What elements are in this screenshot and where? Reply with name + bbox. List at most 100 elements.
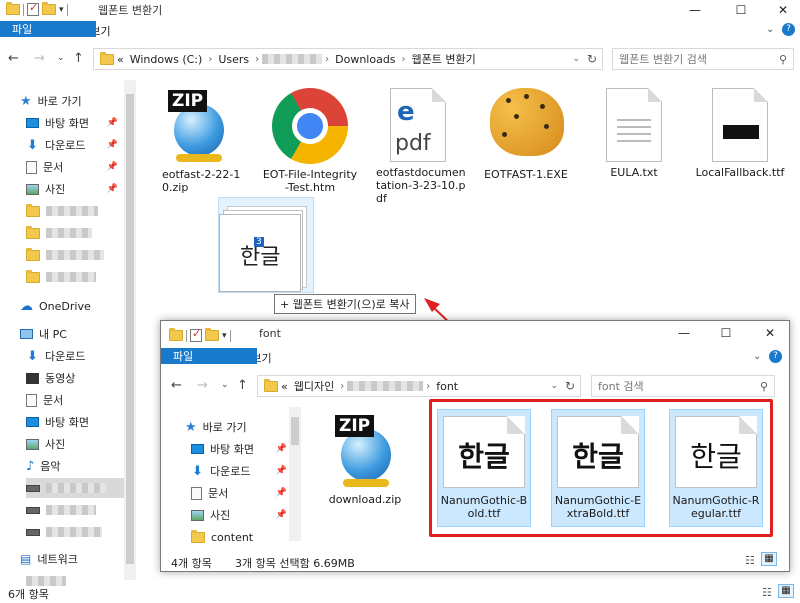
drive-icon xyxy=(26,484,40,492)
details-view-icon[interactable]: ☷ xyxy=(745,554,755,567)
breadcrumb-current[interactable]: font xyxy=(436,380,458,393)
redacted-folder xyxy=(347,381,424,391)
expand-ribbon-icon[interactable]: ⌄ xyxy=(766,24,774,35)
nav-drive[interactable] xyxy=(26,522,102,542)
tab-file[interactable]: 파일 xyxy=(0,21,96,37)
breadcrumb-downloads[interactable]: Downloads xyxy=(335,53,395,66)
scrollbar-thumb[interactable] xyxy=(126,94,134,564)
nav-pictures[interactable]: 사진 📌 xyxy=(191,505,287,525)
file-item[interactable]: e pdf eotfastdocumentation-3-23-10.pdf xyxy=(370,86,466,205)
cheetah-icon xyxy=(484,84,568,164)
back-button[interactable]: ← xyxy=(171,378,182,393)
address-dropdown-icon[interactable]: ⌄ xyxy=(550,381,558,391)
address-dropdown-icon[interactable]: ⌄ xyxy=(572,54,580,64)
nav-redacted-folder[interactable] xyxy=(26,201,98,221)
address-prefix: « xyxy=(117,52,124,66)
back-button[interactable]: ← xyxy=(8,51,19,66)
computer-icon xyxy=(20,329,33,339)
nav-documents[interactable]: 문서 📌 xyxy=(26,157,118,177)
nav-documents[interactable]: 문서 📌 xyxy=(191,483,287,503)
customize-dropdown-icon[interactable]: ▾ xyxy=(59,5,64,15)
folder-icon xyxy=(100,51,114,65)
nav-pictures[interactable]: 사진 📌 xyxy=(26,179,118,199)
new-folder-icon[interactable] xyxy=(42,2,56,15)
help-icon[interactable]: ? xyxy=(769,350,782,363)
refresh-icon[interactable]: ↻ xyxy=(587,52,597,66)
recent-locations-icon[interactable]: ⌄ xyxy=(221,380,229,390)
nav-redacted-folder[interactable] xyxy=(26,223,92,243)
maximize-button[interactable]: ☐ xyxy=(703,323,749,343)
nav-downloads[interactable]: ⬇ 다운로드 📌 xyxy=(26,135,118,155)
nav-scrollbar[interactable] xyxy=(289,407,301,541)
breadcrumb-webdesign[interactable]: 웹디자인 xyxy=(294,378,334,394)
nav-redacted-folder[interactable] xyxy=(26,245,104,265)
recent-locations-icon[interactable]: ⌄ xyxy=(57,53,65,63)
pin-icon: 📌 xyxy=(106,140,118,150)
forward-button[interactable]: → xyxy=(34,51,45,66)
file-item[interactable]: EOTFAST-1.EXE xyxy=(478,84,574,181)
minimize-button[interactable]: — xyxy=(672,0,718,20)
quick-access-toolbar: ▾ xyxy=(6,1,68,16)
nav-downloads[interactable]: ⬇ 다운로드 📌 xyxy=(191,461,287,481)
scrollbar-thumb[interactable] xyxy=(291,417,299,445)
folder-icon xyxy=(26,225,40,239)
nav-quick-access[interactable]: ★ 바로 가기 xyxy=(20,91,82,111)
breadcrumb-drive[interactable]: Windows (C:) xyxy=(130,53,203,66)
address-bar[interactable]: « 웹디자인 › › font ⌄ ↻ xyxy=(257,375,581,397)
file-name: eotfastdocumentation-3-23-10.pdf xyxy=(376,166,466,205)
details-view-icon[interactable]: ☷ xyxy=(762,586,772,599)
properties-icon[interactable] xyxy=(190,327,202,342)
file-item[interactable]: ZIP eotfast-2-22-10.zip xyxy=(150,86,246,194)
nav-pc-documents[interactable]: 문서 xyxy=(26,390,63,410)
nav-redacted-folder[interactable] xyxy=(26,267,96,287)
nav-pc-music[interactable]: ♪ 음악 xyxy=(26,456,61,476)
download-icon: ⬇ xyxy=(192,463,203,479)
nav-pc-desktop[interactable]: 바탕 화면 xyxy=(26,412,89,432)
close-button[interactable]: ✕ xyxy=(747,323,793,343)
properties-icon[interactable] xyxy=(27,1,39,16)
nav-pc-pictures[interactable]: 사진 xyxy=(26,434,65,454)
file-item[interactable]: EULA.txt xyxy=(586,86,682,179)
drive-icon xyxy=(26,506,40,514)
help-icon[interactable]: ? xyxy=(782,23,795,36)
nav-pc-videos[interactable]: 동영상 xyxy=(26,368,75,388)
nav-onedrive[interactable]: ☁ OneDrive xyxy=(20,296,91,316)
font-file-icon xyxy=(712,88,768,162)
address-bar[interactable]: « Windows (C:) › Users › › Downloads › 웹… xyxy=(93,48,603,70)
minimize-button[interactable]: — xyxy=(661,323,707,343)
up-button[interactable]: ↑ xyxy=(237,378,248,393)
refresh-icon[interactable]: ↻ xyxy=(565,379,575,393)
nav-drive[interactable] xyxy=(26,500,96,520)
nav-scrollbar[interactable] xyxy=(124,80,136,580)
new-folder-icon[interactable] xyxy=(205,328,219,341)
nav-pc-downloads[interactable]: ⬇ 다운로드 xyxy=(26,346,85,366)
breadcrumb-users[interactable]: Users xyxy=(218,53,249,66)
file-item[interactable]: ZIP download.zip xyxy=(317,411,413,506)
search-input[interactable]: 웹폰트 변환기 검색 ⚲ xyxy=(612,48,794,70)
folder-icon xyxy=(6,2,20,15)
nav-content[interactable]: content xyxy=(191,527,253,547)
ribbon-tabs: 파일 홈 공유 보기 xyxy=(0,21,123,41)
breadcrumb-current[interactable]: 웹폰트 변환기 xyxy=(412,51,476,67)
large-icons-view-icon[interactable]: ▦ xyxy=(761,552,777,566)
file-item[interactable]: EOT-File-Integrity-Test.htm xyxy=(262,86,358,194)
tab-file[interactable]: 파일 xyxy=(161,348,257,364)
forward-button[interactable]: → xyxy=(197,378,208,393)
nav-drive-selected[interactable] xyxy=(26,478,126,498)
maximize-button[interactable]: ☐ xyxy=(718,0,764,20)
expand-ribbon-icon[interactable]: ⌄ xyxy=(753,351,761,362)
up-button[interactable]: ↑ xyxy=(73,51,84,66)
nav-this-pc[interactable]: 내 PC xyxy=(20,324,67,344)
file-item[interactable]: LocalFallback.ttf xyxy=(692,86,788,179)
search-input[interactable]: font 검색 ⚲ xyxy=(591,375,775,397)
desktop-icon xyxy=(26,417,39,427)
nav-quick-access[interactable]: ★ 바로 가기 xyxy=(185,417,247,437)
address-prefix: « xyxy=(281,379,288,393)
pin-icon: 📌 xyxy=(106,118,118,128)
nav-desktop[interactable]: 바탕 화면 📌 xyxy=(191,439,287,459)
customize-dropdown-icon[interactable]: ▾ xyxy=(222,331,227,341)
nav-network[interactable]: ▤ 네트워크 xyxy=(20,549,78,569)
large-icons-view-icon[interactable]: ▦ xyxy=(778,584,794,598)
close-button[interactable]: ✕ xyxy=(760,0,800,20)
nav-desktop[interactable]: 바탕 화면 📌 xyxy=(26,113,118,133)
